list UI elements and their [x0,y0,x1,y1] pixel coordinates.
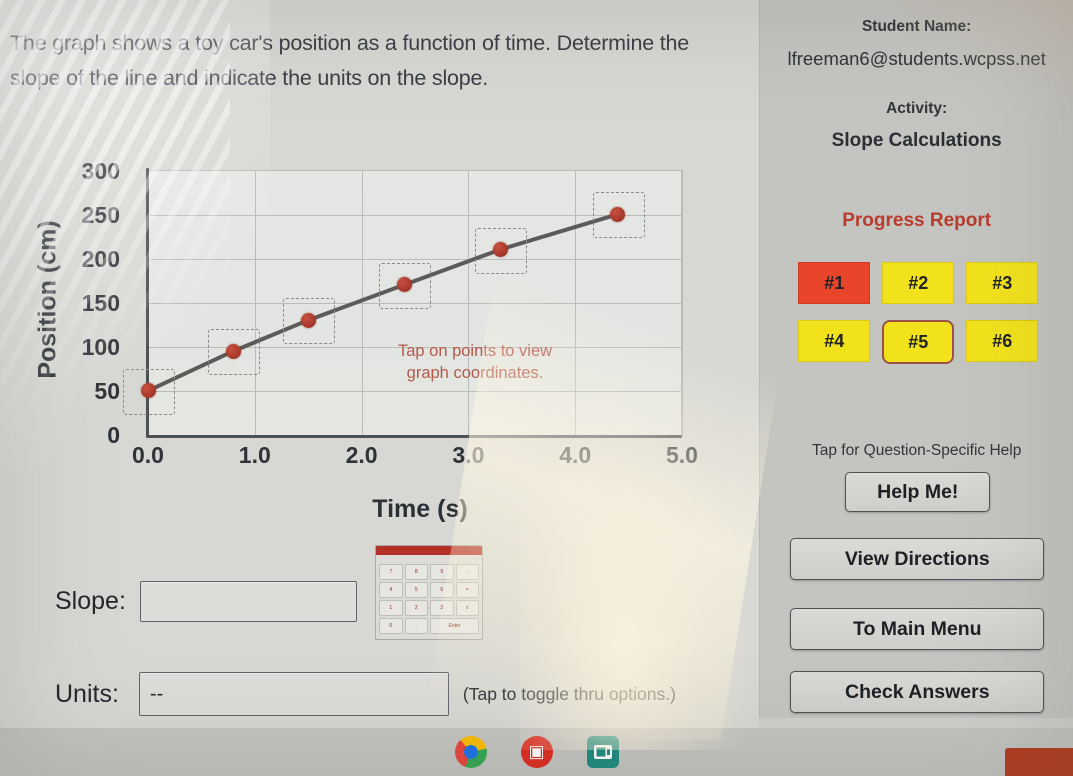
keypad-key-1[interactable]: 1 [379,600,403,616]
progress-report-title: Progress Report [842,210,992,231]
student-email: lfreeman6@students.wcpss.net [787,48,1046,69]
activity-name: Slope Calculations [831,130,1002,151]
paint-icon[interactable]: ▣ [520,736,553,768]
keypad-key-x[interactable]: x [455,600,479,616]
slides-glyph [593,745,612,759]
units-label: Units: [55,679,119,708]
x-axis-label: Time (s) [372,495,468,523]
position-time-graph: Position (cm) Time (s) 300 250 200 150 1… [0,150,760,540]
numeric-keypad[interactable]: 7 8 9 ← 4 5 6 = 1 2 3 x 0. Enter [375,545,483,640]
y-tick-100: 100 [81,334,120,360]
data-point[interactable] [492,242,508,257]
units-toggle-hint: (Tap to toggle thru options.) [462,683,676,704]
sidebar: Student Name: lfreeman6@students.wcpss.n… [759,0,1073,718]
x-tick-3.0: 3.0 [452,442,485,468]
graph-tap-hint-line1: Tap on points to view [397,342,553,360]
keypad-subtitle [376,555,482,562]
y-tick-200: 200 [81,246,120,272]
os-taskbar: ▣ [0,728,1073,776]
keypad-key-enter[interactable]: Enter [430,618,479,634]
notification-tab[interactable] [1005,748,1073,776]
help-me-button[interactable]: Help Me! [845,472,991,512]
x-axis-line [146,435,682,438]
keypad-grid[interactable]: 7 8 9 ← 4 5 6 = 1 2 3 x 0. Enter [376,562,482,636]
data-point[interactable] [140,383,156,399]
x-tick-4.0: 4.0 [559,442,592,468]
keypad-key-6[interactable]: 6 [430,582,454,598]
data-point[interactable] [300,312,316,328]
x-tick-5.0: 5.0 [666,442,698,468]
slope-input[interactable] [139,581,357,622]
y-tick-0: 0 [107,422,120,448]
slides-icon[interactable] [586,736,619,768]
question-pane: The graph shows a toy car's position as … [0,0,760,728]
keypad-key-5[interactable]: 5 [404,582,428,598]
keypad-key-2[interactable]: 2 [404,600,428,616]
y-axis-label: Position (cm) [33,220,62,379]
progress-item-q2[interactable]: #2 [882,262,955,304]
keypad-key-7[interactable]: 7 [379,564,403,580]
data-point[interactable] [610,206,626,222]
progress-item-q5[interactable]: #5 [882,320,955,364]
keypad-header [376,546,482,555]
to-main-menu-button[interactable]: To Main Menu [790,608,1045,650]
y-tick-250: 250 [81,202,120,228]
progress-report-grid: #1 #2 #3 #4 #5 #6 [798,262,1039,364]
graph-tap-hint: Tap on points to view graph coordinates. [360,340,590,384]
student-name-label: Student Name: [861,18,972,35]
keypad-key-0[interactable]: 0 [379,618,403,634]
view-directions-button[interactable]: View Directions [790,538,1045,580]
y-tick-300: 300 [81,158,120,184]
keypad-key-4[interactable]: 4 [379,582,403,598]
keypad-key-3[interactable]: 3 [430,600,454,616]
units-row: Units: -- (Tap to toggle thru options.) [55,672,676,716]
keypad-key-[interactable]: . [404,618,428,634]
progress-item-q4[interactable]: #4 [798,320,871,362]
x-tick-0.0: 0.0 [132,442,164,468]
check-answers-button[interactable]: Check Answers [790,671,1045,713]
progress-item-q3[interactable]: #3 [966,262,1039,304]
units-input[interactable]: -- [138,672,449,716]
keypad-key-8[interactable]: 8 [404,564,428,580]
activity-app: The graph shows a toy car's position as … [0,0,1073,728]
slope-label: Slope: [55,587,126,615]
x-tick-1.0: 1.0 [238,442,271,468]
chrome-icon[interactable] [454,736,487,768]
help-hint: Tap for Question-Specific Help [811,442,1022,459]
progress-item-q6[interactable]: #6 [966,320,1039,362]
graph-tap-hint-line2: graph coordinates. [406,364,544,382]
device-screen: The graph shows a toy car's position as … [0,0,1073,776]
keypad-key-9[interactable]: 9 [430,564,454,580]
progress-item-q1[interactable]: #1 [798,262,871,304]
slope-row: Slope: [55,581,357,622]
data-point[interactable] [225,343,241,359]
keypad-key-[interactable]: ← [455,564,479,580]
activity-label: Activity: [886,100,948,117]
keypad-key-[interactable]: = [455,582,479,598]
y-tick-50: 50 [94,378,120,404]
question-text: The graph shows a toy car's position as … [10,31,690,90]
y-tick-150: 150 [81,290,120,316]
x-tick-2.0: 2.0 [345,442,378,468]
